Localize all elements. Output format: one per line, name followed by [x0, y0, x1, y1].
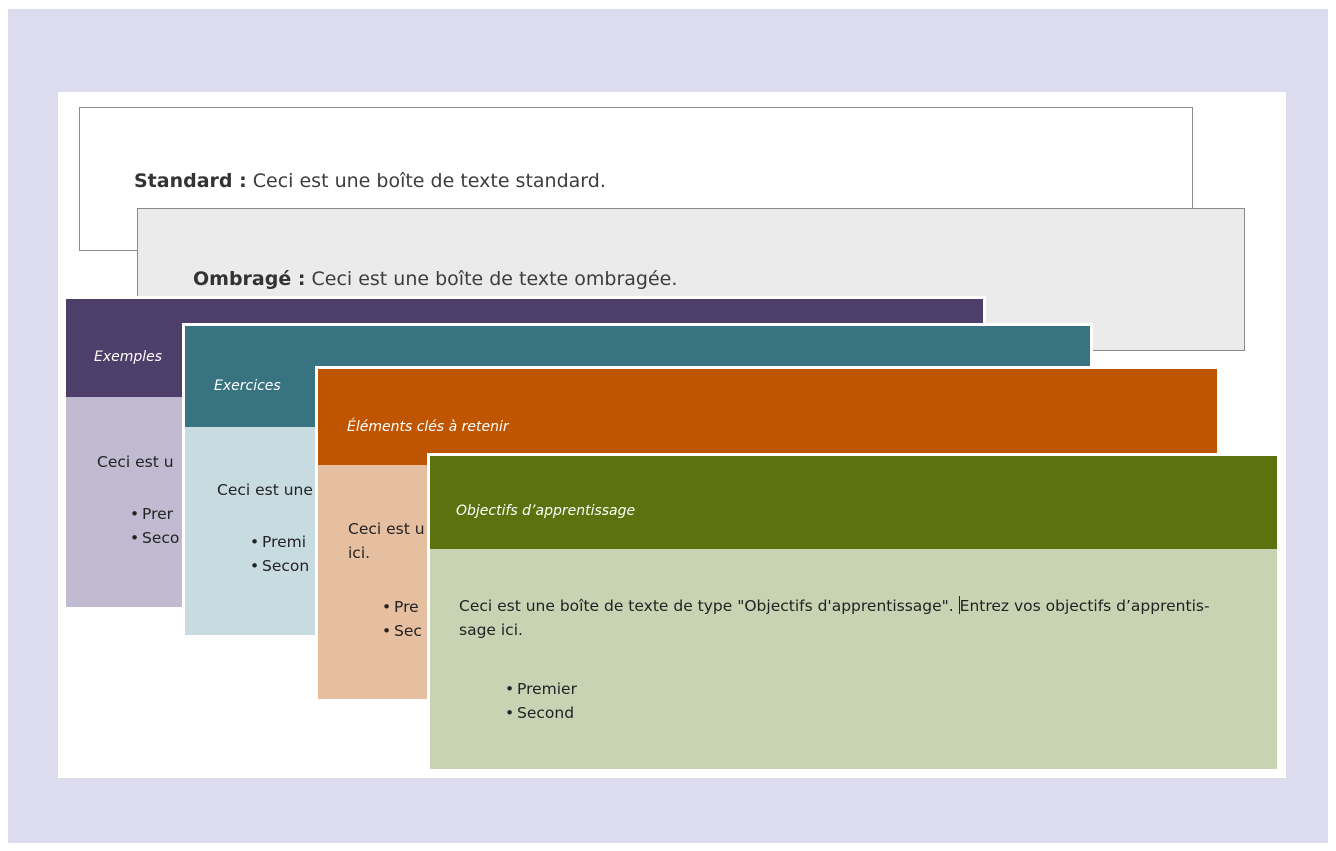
key-takeaways-text-line2: ici. [348, 544, 371, 562]
learning-objectives-header: Objectifs d’apprentissage [430, 456, 1277, 549]
learning-objectives-body[interactable]: Ceci est une boîte de texte de type "Obj… [430, 549, 1277, 769]
exercises-title: Exercices [214, 378, 281, 394]
list-item: Secon [250, 554, 309, 578]
learning-objectives-text-line2: sage ici. [459, 621, 523, 639]
list-item: Premier [505, 677, 577, 701]
list-item: Prer [130, 502, 179, 526]
key-takeaways-list: Pre Sec [382, 595, 422, 643]
key-takeaways-title: Éléments clés à retenir [347, 419, 509, 435]
shaded-text: Ombragé : Ceci est une boîte de texte om… [193, 268, 677, 290]
learning-objectives-text-a: Ceci est une boîte de texte de type "Obj… [459, 597, 959, 615]
exercises-text: Ceci est une [217, 481, 313, 499]
list-item: Sec [382, 619, 422, 643]
learning-objectives-title: Objectifs d’apprentissage [456, 503, 636, 519]
shaded-body: Ceci est une boîte de texte ombragée. [305, 268, 678, 290]
standard-label: Standard : [134, 170, 247, 192]
standard-body: Ceci est une boîte de texte standard. [246, 170, 606, 192]
shaded-label: Ombragé : [193, 268, 306, 290]
learning-objectives-text-line1: Ceci est une boîte de texte de type "Obj… [459, 594, 1210, 618]
list-item: Seco [130, 526, 179, 550]
list-item: Second [505, 701, 577, 725]
list-item: Premi [250, 530, 309, 554]
exercises-list: Premi Secon [250, 530, 309, 578]
learning-objectives-list: Premier Second [505, 677, 577, 725]
learning-objectives-text-b: Entrez vos objectifs d’apprentis- [959, 597, 1210, 615]
learning-objectives-textbox[interactable]: Objectifs d’apprentissage Ceci est une b… [427, 453, 1280, 772]
examples-list: Prer Seco [130, 502, 179, 550]
examples-text: Ceci est u [97, 453, 174, 471]
list-item: Pre [382, 595, 422, 619]
key-takeaways-header: Éléments clés à retenir [318, 369, 1217, 465]
key-takeaways-text-line1: Ceci est u [348, 520, 425, 538]
standard-text: Standard : Ceci est une boîte de texte s… [134, 170, 606, 192]
examples-title: Exemples [94, 349, 163, 365]
